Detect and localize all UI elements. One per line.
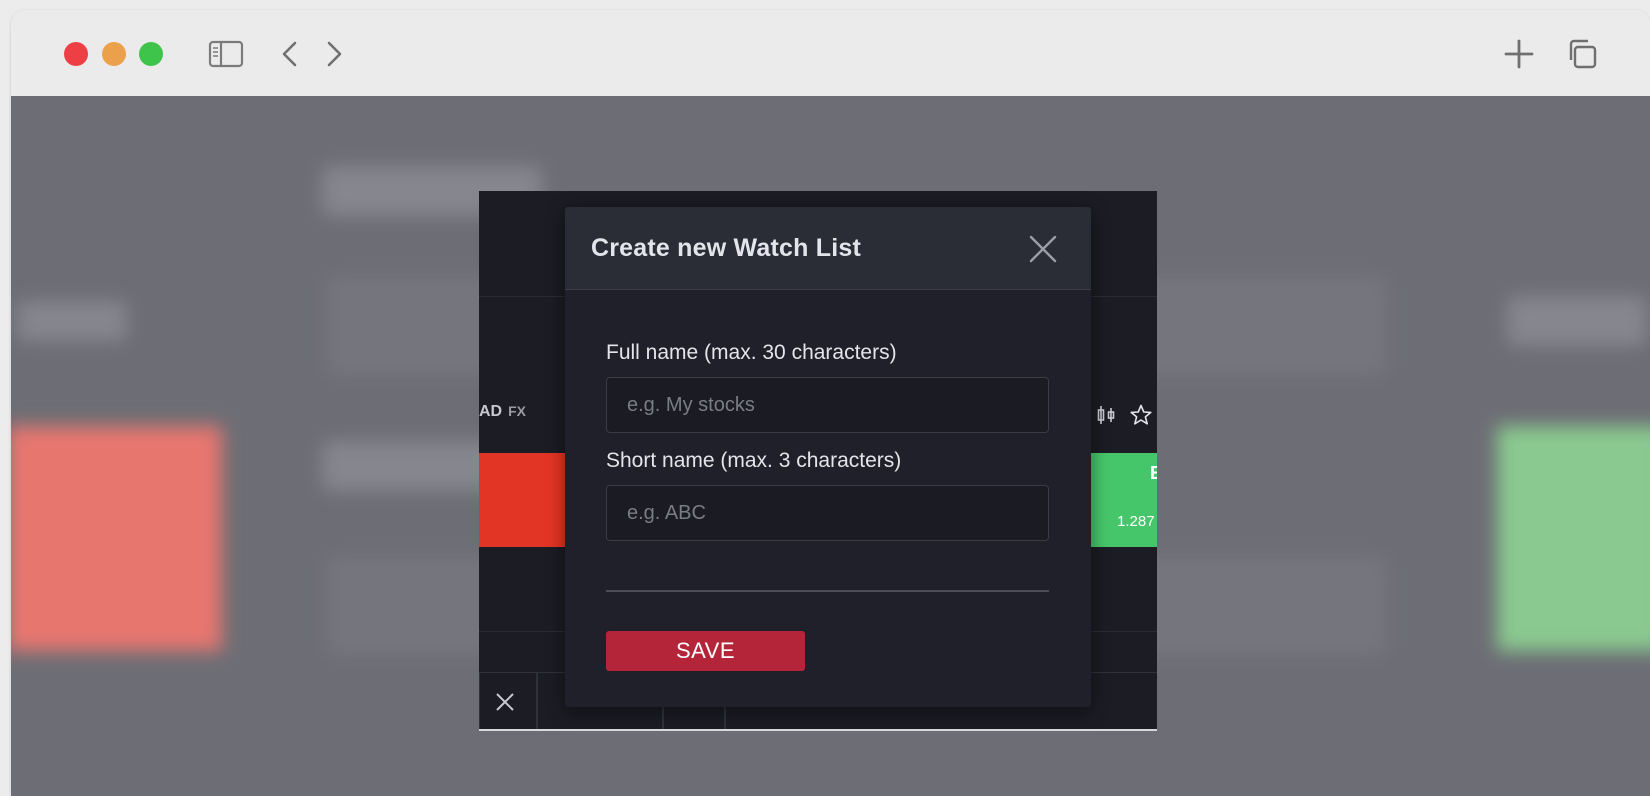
- sell-tile[interactable]: [479, 453, 565, 547]
- sidebar-icon[interactable]: [208, 38, 244, 70]
- star-icon[interactable]: [1129, 403, 1153, 427]
- divider: [479, 729, 1157, 731]
- save-button[interactable]: SAVE: [606, 631, 805, 671]
- dialog-title: Create new Watch List: [591, 234, 861, 262]
- form-divider: [606, 590, 1049, 592]
- browser-window: AD FX E 1.287 Create new Watch List Full…: [11, 10, 1650, 796]
- blurred-buy-tile: [1497, 426, 1650, 651]
- dialog-header: Create new Watch List: [565, 207, 1091, 290]
- back-icon[interactable]: [277, 38, 303, 70]
- create-watchlist-dialog: Create new Watch List Full name (max. 30…: [565, 207, 1091, 707]
- blurred-label: [1507, 296, 1647, 346]
- buy-tile-label: E: [1150, 463, 1157, 483]
- new-tab-icon[interactable]: [1501, 38, 1537, 70]
- buy-tile-price: 1.287: [1117, 513, 1155, 530]
- forward-icon[interactable]: [321, 38, 347, 70]
- short-name-input[interactable]: [606, 485, 1049, 541]
- close-window-button[interactable]: [64, 42, 88, 66]
- market-badge: FX: [508, 403, 526, 419]
- short-name-label: Short name (max. 3 characters): [606, 449, 902, 472]
- browser-toolbar: [11, 10, 1650, 97]
- instrument-symbol: AD FX: [479, 403, 526, 420]
- page-viewport: AD FX E 1.287 Create new Watch List Full…: [11, 96, 1650, 796]
- full-name-label: Full name (max. 30 characters): [606, 341, 897, 364]
- tabs-overview-icon[interactable]: [1564, 38, 1600, 70]
- blurred-label: [17, 301, 127, 341]
- minimize-window-button[interactable]: [102, 42, 126, 66]
- candlestick-chart-icon[interactable]: [1094, 403, 1118, 427]
- blurred-sell-tile: [11, 426, 222, 651]
- close-icon[interactable]: [1025, 231, 1061, 267]
- full-name-input[interactable]: [606, 377, 1049, 433]
- close-tab-button[interactable]: [479, 672, 537, 730]
- zoom-window-button[interactable]: [139, 42, 163, 66]
- buy-tile[interactable]: [1089, 453, 1157, 547]
